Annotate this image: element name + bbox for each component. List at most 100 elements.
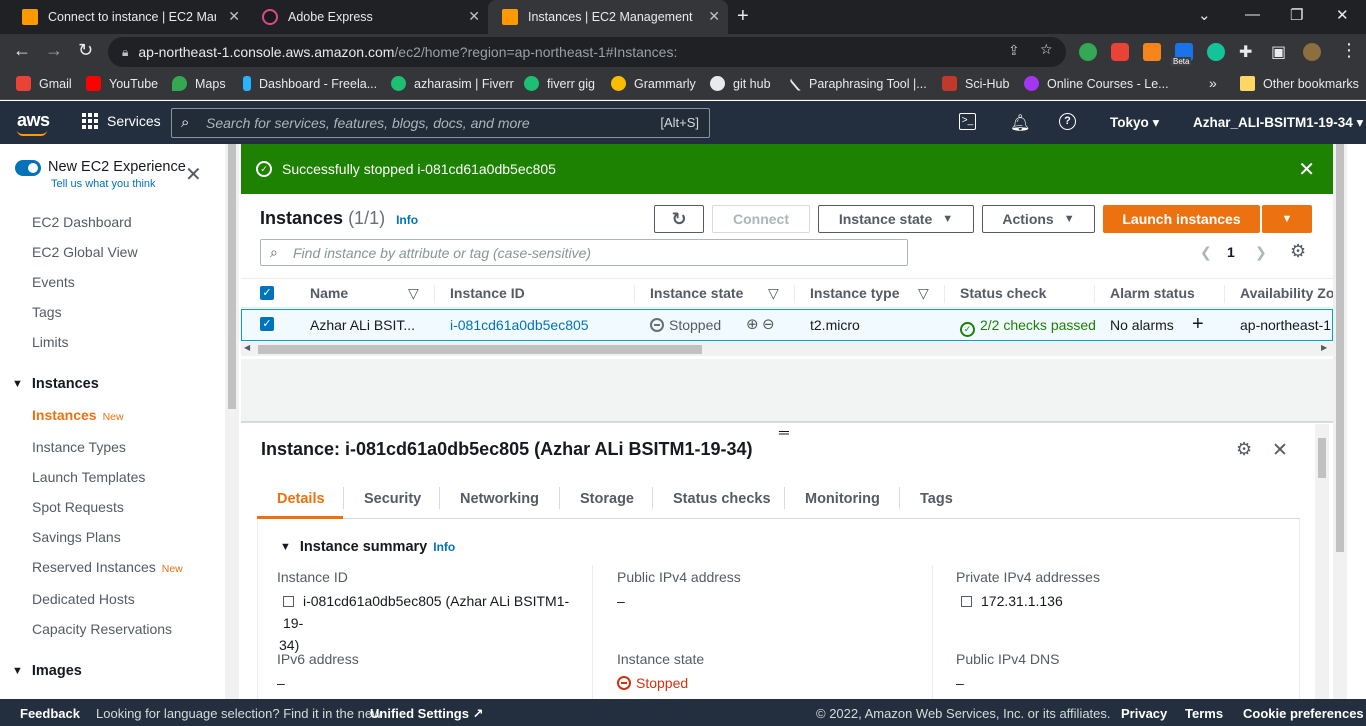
- sidebar-group-images[interactable]: ▼ Images: [12, 663, 82, 679]
- launch-instances-button[interactable]: Launch instances: [1103, 205, 1260, 233]
- profile-avatar[interactable]: [1303, 43, 1321, 61]
- tab-security[interactable]: Security: [364, 491, 421, 507]
- resize-handle-icon[interactable]: ═: [779, 424, 789, 440]
- aws-search-input[interactable]: ⌕ Search for services, features, blogs, …: [171, 108, 710, 138]
- preferences-gear-icon[interactable]: ⚙: [1236, 439, 1252, 460]
- extension-hand-icon[interactable]: [1111, 43, 1129, 61]
- prev-page-icon[interactable]: ❮: [1200, 244, 1212, 261]
- sort-icon[interactable]: ▽: [918, 285, 929, 302]
- sidebar-item-events[interactable]: Events: [32, 274, 75, 290]
- cloudshell-icon[interactable]: >_: [959, 113, 976, 130]
- sidebar-item-dedicated-hosts[interactable]: Dedicated Hosts: [32, 591, 135, 607]
- sidebar-item-savings-plans[interactable]: Savings Plans: [32, 529, 121, 545]
- browser-tab-instances[interactable]: Instances | EC2 Management Cor ✕: [488, 0, 728, 34]
- browser-tab-adobe[interactable]: Adobe Express ✕: [248, 0, 488, 34]
- bookmark-star-icon[interactable]: ☆: [1040, 41, 1053, 58]
- aws-logo[interactable]: aws: [17, 110, 50, 136]
- new-tab-icon[interactable]: +: [737, 5, 749, 28]
- bookmark-paraphrasing[interactable]: Paraphrasing Tool |...: [789, 75, 927, 92]
- sidebar-item-launch-templates[interactable]: Launch Templates: [32, 469, 145, 485]
- scrollbar-thumb[interactable]: [258, 345, 702, 354]
- launch-options-dropdown[interactable]: ▼: [1262, 205, 1312, 233]
- row-checkbox[interactable]: ✓: [260, 317, 274, 331]
- scroll-right-icon[interactable]: ▶: [1321, 343, 1327, 352]
- bookmark-gmail[interactable]: Gmail: [16, 76, 72, 91]
- tab-monitoring[interactable]: Monitoring: [805, 491, 880, 507]
- tab-tags[interactable]: Tags: [920, 491, 953, 507]
- close-icon[interactable]: ✕: [708, 8, 720, 25]
- sidebar-item-instance-types[interactable]: Instance Types: [32, 439, 126, 455]
- unified-settings-link[interactable]: Unified Settings ↗: [370, 706, 483, 722]
- sidebar-item-global-view[interactable]: EC2 Global View: [32, 244, 138, 260]
- table-horizontal-scrollbar[interactable]: ◀ ▶: [241, 342, 1333, 356]
- scrollbar-thumb[interactable]: [1318, 438, 1326, 478]
- sort-icon[interactable]: ▽: [408, 285, 419, 302]
- help-icon[interactable]: ?: [1059, 113, 1076, 130]
- sidebar-item-spot-requests[interactable]: Spot Requests: [32, 499, 124, 515]
- column-header-name[interactable]: Name: [310, 285, 348, 301]
- column-header-instance-type[interactable]: Instance type: [810, 285, 899, 301]
- side-panel-icon[interactable]: ▣: [1271, 42, 1286, 62]
- sort-icon[interactable]: ▽: [768, 285, 779, 302]
- sidebar-item-instances[interactable]: Instances New: [32, 407, 124, 423]
- close-icon[interactable]: ✕: [468, 8, 480, 25]
- bookmark-online-courses[interactable]: Online Courses - Le...: [1024, 76, 1169, 91]
- actions-dropdown[interactable]: Actions ▼: [982, 205, 1095, 233]
- sidebar-item-capacity-reservations[interactable]: Capacity Reservations: [32, 621, 172, 637]
- sidebar-item-ec2-dashboard[interactable]: EC2 Dashboard: [32, 214, 132, 230]
- window-close-icon[interactable]: ✕: [1336, 6, 1349, 24]
- bookmark-scihub[interactable]: Sci-Hub: [942, 76, 1009, 91]
- new-experience-toggle[interactable]: [15, 160, 41, 176]
- sidebar-item-reserved-instances[interactable]: Reserved Instances New: [32, 559, 183, 575]
- back-icon[interactable]: ←: [13, 40, 31, 61]
- summary-header[interactable]: ▼ Instance summary Info: [280, 539, 455, 555]
- column-header-status-check[interactable]: Status check: [960, 285, 1046, 301]
- terms-link[interactable]: Terms: [1185, 706, 1223, 721]
- tab-networking[interactable]: Networking: [460, 491, 539, 507]
- feedback-link[interactable]: Tell us what you think: [51, 178, 156, 190]
- privacy-link[interactable]: Privacy: [1121, 706, 1167, 721]
- zoom-out-icon[interactable]: ⊖: [762, 315, 775, 333]
- column-header-instance-state[interactable]: Instance state: [650, 285, 743, 301]
- copy-icon[interactable]: [961, 596, 972, 607]
- add-alarm-plus-icon[interactable]: +: [1192, 313, 1204, 336]
- bookmark-youtube[interactable]: YouTube: [86, 76, 158, 91]
- feedback-button[interactable]: Feedback: [20, 706, 80, 721]
- more-bookmarks[interactable]: »: [1209, 75, 1217, 91]
- extensions-puzzle-icon[interactable]: ✚: [1239, 42, 1252, 62]
- sidebar-item-limits[interactable]: Limits: [32, 334, 69, 350]
- grammarly-icon[interactable]: [1207, 43, 1225, 61]
- close-icon[interactable]: ✕: [228, 8, 240, 25]
- extension-icon[interactable]: [1079, 43, 1097, 61]
- column-header-alarm-status[interactable]: Alarm status: [1110, 285, 1195, 301]
- page-number[interactable]: 1: [1227, 244, 1235, 260]
- info-link[interactable]: Info: [433, 540, 455, 554]
- notifications-bell-icon[interactable]: 🔔︎: [1010, 113, 1030, 133]
- close-icon[interactable]: ✕: [1272, 439, 1288, 462]
- column-header-availability-zone[interactable]: Availability Zo: [1240, 285, 1333, 301]
- cookie-preferences-link[interactable]: Cookie preferences: [1243, 706, 1364, 721]
- select-all-checkbox[interactable]: ✓: [260, 286, 274, 300]
- bookmark-grammarly[interactable]: Grammarly: [611, 76, 696, 91]
- bookmark-other[interactable]: Other bookmarks: [1240, 76, 1359, 91]
- bookmark-fiverr-gig[interactable]: fiverr gig: [524, 76, 595, 91]
- page-scrollbar[interactable]: [1333, 144, 1347, 699]
- services-menu-button[interactable]: Services: [82, 113, 161, 129]
- preferences-gear-icon[interactable]: ⚙: [1290, 241, 1306, 262]
- close-icon[interactable]: ✕: [185, 162, 202, 187]
- reload-icon[interactable]: ↻: [78, 40, 93, 61]
- tab-details[interactable]: Details: [277, 491, 325, 507]
- bookmark-github[interactable]: git hub: [710, 76, 771, 91]
- metamask-fox-icon[interactable]: [1143, 43, 1161, 61]
- info-link[interactable]: Info: [396, 213, 418, 227]
- menu-kebab-icon[interactable]: ⋮: [1340, 40, 1358, 61]
- share-icon[interactable]: ⇪: [1008, 42, 1020, 59]
- tab-status-checks[interactable]: Status checks: [673, 491, 771, 507]
- address-bar[interactable]: 🔒︎ ap-northeast-1.console.aws.amazon.com…: [108, 37, 1066, 67]
- browser-tab-connect[interactable]: Connect to instance | EC2 Manag ✕: [8, 0, 248, 34]
- column-header-instance-id[interactable]: Instance ID: [450, 285, 525, 301]
- connect-button[interactable]: Connect: [712, 205, 810, 233]
- sidebar-group-instances[interactable]: ▼ Instances: [12, 376, 99, 392]
- sidebar-item-tags[interactable]: Tags: [32, 304, 62, 320]
- scrollbar-thumb[interactable]: [1336, 144, 1344, 552]
